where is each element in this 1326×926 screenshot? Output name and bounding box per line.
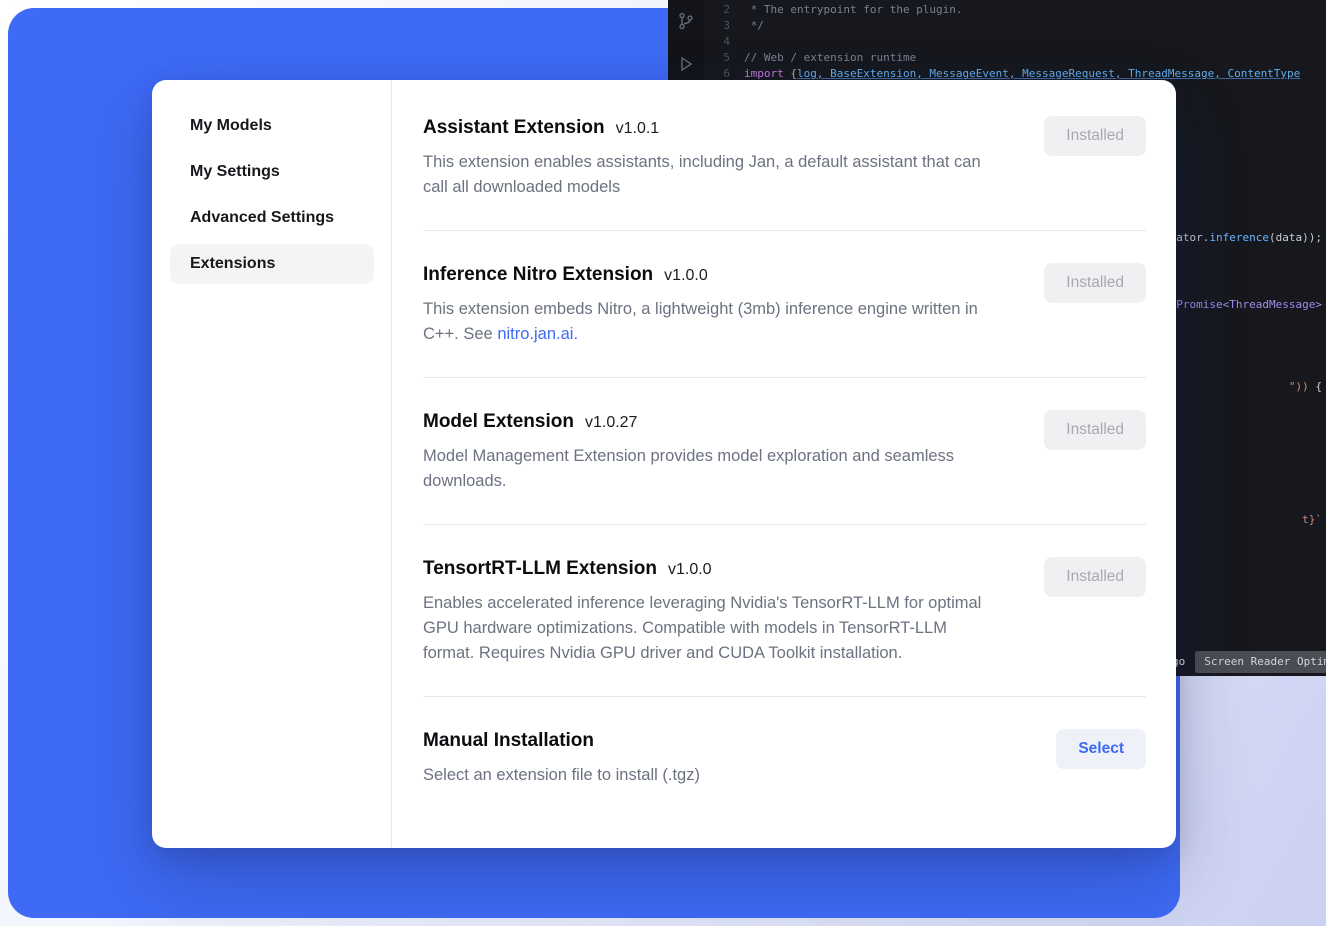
extension-description: This extension enables assistants, inclu… xyxy=(423,150,1001,200)
editor-status-bar: go Screen Reader Optimized xyxy=(1172,652,1326,672)
extensions-panel: Assistant Extension v1.0.1 This extensio… xyxy=(392,80,1176,848)
nitro-jan-ai-link[interactable]: nitro.jan.ai. xyxy=(497,325,578,343)
page: 2 * The entrypoint for the plugin. 3 */ … xyxy=(0,0,1326,926)
settings-sidebar: My Models My Settings Advanced Settings … xyxy=(152,80,392,848)
run-debug-icon xyxy=(679,56,694,72)
extension-title: TensortRT-LLM Extension xyxy=(423,555,657,583)
installed-button[interactable]: Installed xyxy=(1044,116,1146,156)
punctuation-token: { xyxy=(790,67,797,80)
code-text: */ xyxy=(730,18,764,34)
code-text: // Web / extension runtime xyxy=(730,50,916,66)
extension-row-tensorrt: TensortRT-LLM Extension v1.0.0 Enables a… xyxy=(423,525,1146,696)
installed-button[interactable]: Installed xyxy=(1044,557,1146,597)
extension-row-model: Model Extension v1.0.27 Model Management… xyxy=(423,378,1146,524)
code-text: * The entrypoint for the plugin. xyxy=(730,2,963,18)
git-branch-icon xyxy=(678,12,694,30)
settings-card: My Models My Settings Advanced Settings … xyxy=(152,80,1176,848)
code-text xyxy=(730,34,744,50)
code-fragment: rator.inference(data)); xyxy=(1170,230,1322,246)
keyword-token: import xyxy=(744,67,790,80)
code-fragment: t}` xyxy=(1302,512,1322,528)
extension-row-assistant: Assistant Extension v1.0.1 This extensio… xyxy=(423,114,1146,230)
extension-description: This extension embeds Nitro, a lightweig… xyxy=(423,297,1001,347)
code-line: 2 * The entrypoint for the plugin. xyxy=(704,2,1326,18)
select-file-button[interactable]: Select xyxy=(1056,729,1146,769)
sidebar-item-extensions[interactable]: Extensions xyxy=(170,244,374,284)
extension-version: v1.0.0 xyxy=(668,561,712,579)
extension-title: Model Extension xyxy=(423,408,574,436)
extension-version: v1.0.0 xyxy=(664,267,708,285)
sidebar-item-my-models[interactable]: My Models xyxy=(170,106,374,146)
screen-reader-status-item: Screen Reader Optimized xyxy=(1195,651,1326,673)
extension-row-manual-install: Manual Installation Select an extension … xyxy=(423,697,1146,818)
code-line: 5 // Web / extension runtime xyxy=(704,50,1326,66)
code-line: 3 */ xyxy=(704,18,1326,34)
extension-title: Manual Installation xyxy=(423,727,594,755)
line-number: 3 xyxy=(704,18,730,34)
line-number: 4 xyxy=(704,34,730,50)
extension-description: Enables accelerated inference leveraging… xyxy=(423,591,1001,666)
extension-row-nitro: Inference Nitro Extension v1.0.0 This ex… xyxy=(423,231,1146,377)
installed-button[interactable]: Installed xyxy=(1044,263,1146,303)
sidebar-item-my-settings[interactable]: My Settings xyxy=(170,152,374,192)
extension-title: Assistant Extension xyxy=(423,114,605,142)
line-number: 5 xyxy=(704,50,730,66)
extension-description: Select an extension file to install (.tg… xyxy=(423,763,700,788)
line-number: 2 xyxy=(704,2,730,18)
identifier-tokens: log, BaseExtension, MessageEvent, Messag… xyxy=(797,67,1300,80)
extension-version: v1.0.27 xyxy=(585,414,637,432)
code-fragment: ")) { xyxy=(1289,379,1322,395)
code-lines: 2 * The entrypoint for the plugin. 3 */ … xyxy=(704,2,1326,82)
extension-version: v1.0.1 xyxy=(616,120,660,138)
code-line: 4 xyxy=(704,34,1326,50)
extension-description: Model Management Extension provides mode… xyxy=(423,444,1001,494)
extension-title: Inference Nitro Extension xyxy=(423,261,653,289)
sidebar-item-advanced-settings[interactable]: Advanced Settings xyxy=(170,198,374,238)
code-fragment: Promise<ThreadMessage> xyxy=(1176,297,1322,313)
installed-button[interactable]: Installed xyxy=(1044,410,1146,450)
